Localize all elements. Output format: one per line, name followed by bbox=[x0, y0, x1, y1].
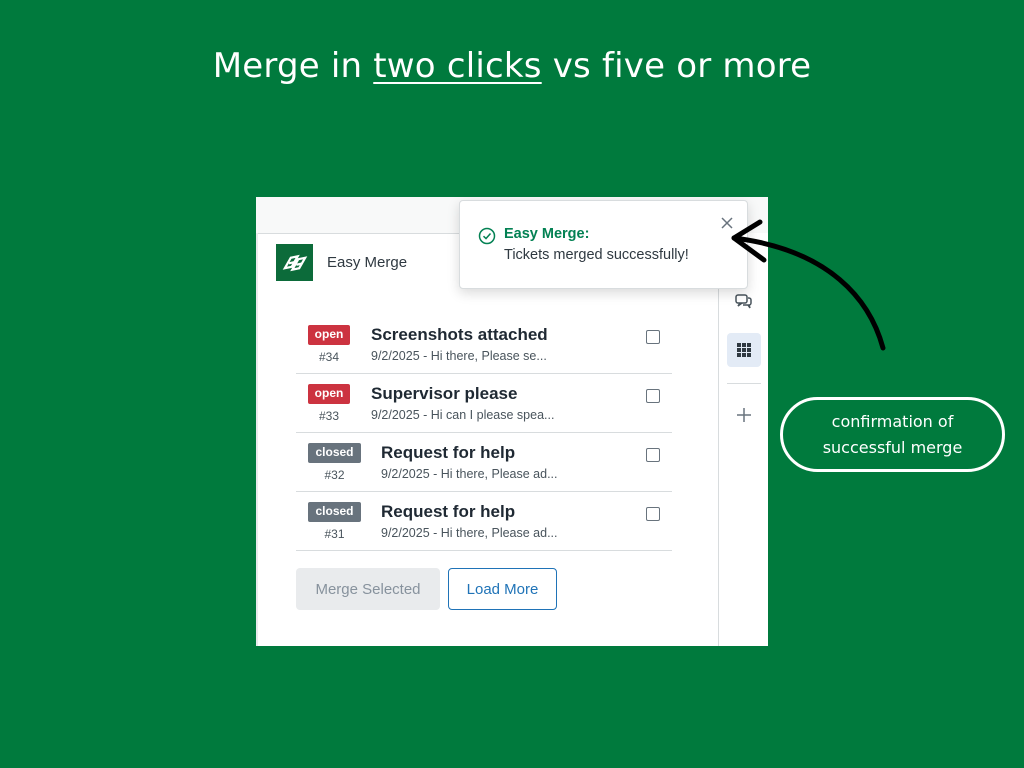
headline-suffix: vs five or more bbox=[541, 46, 812, 86]
select-checkbox[interactable] bbox=[646, 389, 660, 403]
toast-message: Tickets merged successfully! bbox=[504, 247, 689, 263]
select-checkbox[interactable] bbox=[646, 507, 660, 521]
select-checkbox[interactable] bbox=[646, 448, 660, 462]
ticket-title[interactable]: Request for help bbox=[381, 443, 558, 463]
merge-selected-button[interactable]: Merge Selected bbox=[296, 568, 440, 610]
table-row[interactable]: closed #32 Request for help 9/2/2025 - H… bbox=[296, 433, 672, 492]
status-badge: open bbox=[307, 384, 351, 404]
headline: Merge in two clicks vs five or more bbox=[0, 46, 1024, 86]
plus-icon bbox=[737, 408, 751, 422]
table-row[interactable]: open #33 Supervisor please 9/2/2025 - Hi… bbox=[296, 374, 672, 433]
ticket-id: #31 bbox=[324, 527, 345, 541]
ticket-preview: 9/2/2025 - Hi can I please spea... bbox=[371, 408, 555, 422]
callout-label: confirmation of successful merge bbox=[780, 397, 1005, 472]
ticket-title[interactable]: Supervisor please bbox=[371, 384, 554, 404]
rail-separator bbox=[727, 383, 761, 384]
headline-emphasis: two clicks bbox=[373, 46, 542, 86]
ticket-title[interactable]: Screenshots attached bbox=[371, 325, 548, 345]
status-badge: open bbox=[307, 325, 351, 345]
ticket-title[interactable]: Request for help bbox=[381, 502, 558, 522]
ticket-id: #32 bbox=[324, 468, 345, 482]
callout-text: confirmation of successful merge bbox=[822, 411, 963, 457]
app-name: Easy Merge bbox=[327, 254, 408, 271]
left-border bbox=[256, 233, 258, 646]
ticket-preview: 9/2/2025 - Hi there, Please se... bbox=[371, 349, 547, 363]
status-badge: closed bbox=[308, 443, 361, 463]
ticket-preview: 9/2/2025 - Hi there, Please ad... bbox=[381, 526, 558, 540]
add-button[interactable] bbox=[727, 398, 761, 432]
toast-title: Easy Merge: bbox=[504, 226, 590, 242]
select-checkbox[interactable] bbox=[646, 330, 660, 344]
table-row[interactable]: open #34 Screenshots attached 9/2/2025 -… bbox=[296, 315, 672, 374]
ticket-list: open #34 Screenshots attached 9/2/2025 -… bbox=[296, 315, 672, 551]
merge-logo-icon bbox=[276, 244, 313, 281]
ticket-preview: 9/2/2025 - Hi there, Please ad... bbox=[381, 467, 558, 481]
status-badge: closed bbox=[308, 502, 361, 522]
check-circle-icon bbox=[478, 227, 496, 245]
headline-prefix: Merge in bbox=[212, 46, 374, 86]
arrow-icon bbox=[731, 219, 886, 351]
ticket-id: #34 bbox=[318, 350, 340, 364]
ticket-id: #33 bbox=[318, 409, 340, 423]
table-row[interactable]: closed #31 Request for help 9/2/2025 - H… bbox=[296, 492, 672, 551]
success-toast: Easy Merge: Tickets merged successfully! bbox=[459, 200, 748, 289]
app-header: Easy Merge bbox=[276, 244, 407, 281]
load-more-button[interactable]: Load More bbox=[448, 568, 557, 610]
